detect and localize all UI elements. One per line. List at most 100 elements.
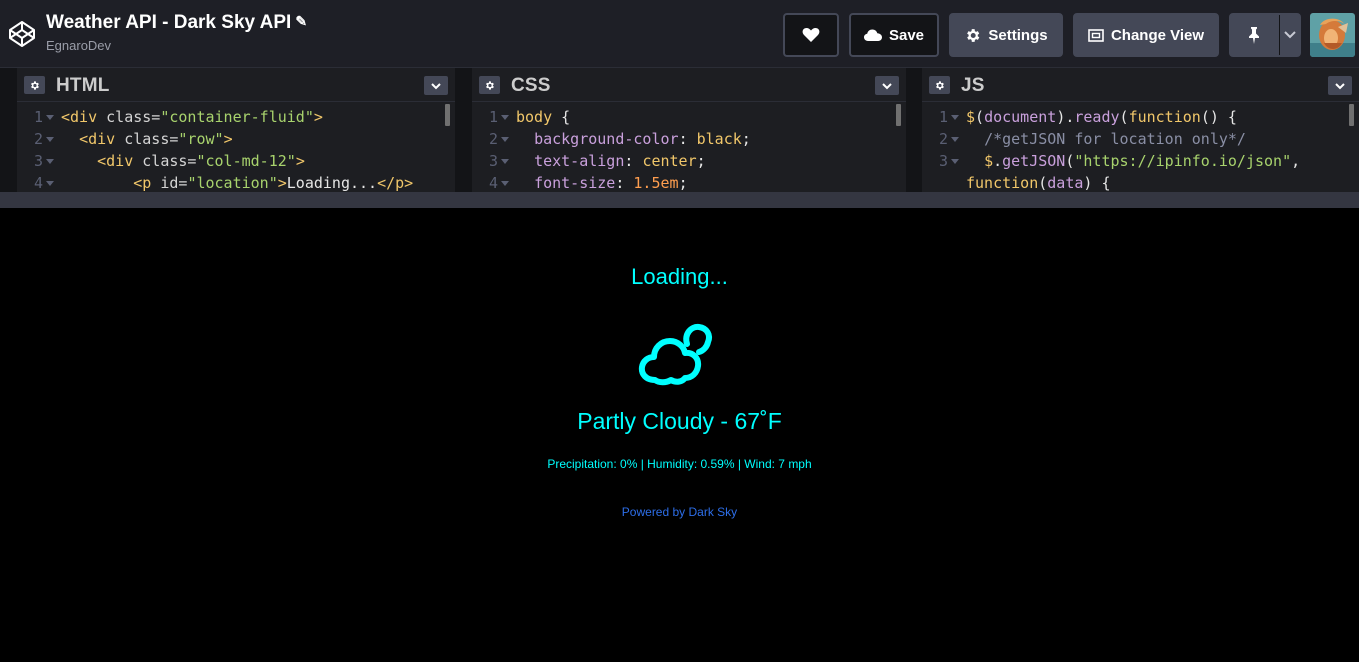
weather-summary: Partly Cloudy - 67˚F [577,408,782,434]
line-number: 3 [488,152,498,170]
fold-arrow-icon[interactable] [46,159,54,164]
pin-divider [1279,15,1280,55]
code-line[interactable]: 3 $.getJSON("https://ipinfo.io/json", [922,150,1359,172]
line-number: 3 [33,152,43,170]
code-text[interactable]: background-color: black; [516,128,751,150]
code-line[interactable]: 3 text-align: center; [472,150,906,172]
change-view-label: Change View [1110,26,1205,44]
location-text: Loading... [631,264,728,289]
save-label: Save [888,26,925,44]
code-line[interactable]: 4 font-size: 1.5em; [472,172,906,192]
code-line[interactable]: function(data) { [922,172,1359,192]
line-number: 4 [488,174,498,192]
fold-arrow-icon[interactable] [46,181,54,186]
code-text[interactable]: $(document).ready(function() { [966,106,1237,128]
code-line[interactable]: 2 <div class="row"> [17,128,455,150]
css-editor[interactable]: CSS 1 body {2 background-color: black; 3 t… [472,68,906,192]
code-line[interactable]: 1 body { [472,106,906,128]
fold-arrow-icon[interactable] [951,159,959,164]
js-editor-title: JS [961,75,985,96]
gear-icon [967,28,980,42]
fold-arrow-icon[interactable] [46,137,54,142]
code-text[interactable]: <div class="col-md-12"> [61,150,305,172]
code-text[interactable]: font-size: 1.5em; [516,172,688,192]
chevron-down-icon[interactable] [1283,27,1297,41]
js-code[interactable]: 1 $(document).ready(function() {2 /*getJS… [922,102,1359,192]
codepen-logo-icon[interactable] [8,20,36,48]
layout-icon [1088,28,1104,42]
code-text[interactable]: <p id="location">Loading...</p> [61,172,413,192]
code-text[interactable]: body { [516,106,570,128]
cloud-icon [863,29,882,41]
weather-details: Precipitation: 0% | Humidity: 0.59% | Wi… [547,457,812,471]
pen-title-text[interactable]: Weather API - Dark Sky API [46,12,291,33]
line-number: 3 [938,152,948,170]
code-text[interactable]: <div class="container-fluid"> [61,106,323,128]
heart-icon [802,28,820,42]
line-number: 4 [33,174,43,192]
html-settings-button[interactable] [24,76,45,94]
settings-button[interactable]: Settings [949,13,1063,57]
line-number: 1 [33,108,43,126]
fold-arrow-icon[interactable] [501,159,509,164]
css-settings-button[interactable] [479,76,500,94]
pen-title[interactable]: Weather API - Dark Sky API ✎ [46,12,307,34]
save-button[interactable]: Save [849,13,939,57]
fold-arrow-icon[interactable] [501,137,509,142]
pin-icon [1249,27,1259,44]
settings-label: Settings [988,26,1048,44]
html-scrollbar[interactable] [445,104,450,126]
code-text[interactable]: text-align: center; [516,150,706,172]
html-editor-title: HTML [56,75,110,96]
partly-cloudy-icon [638,323,712,386]
code-line[interactable]: 2 /*getJSON for location only*/ [922,128,1359,150]
user-avatar[interactable] [1310,13,1355,57]
change-view-button[interactable]: Change View [1073,13,1219,57]
js-editor-header: JS [922,68,1359,102]
code-text[interactable]: /*getJSON for location only*/ [966,128,1246,150]
code-text[interactable]: <div class="row"> [61,128,233,150]
chevron-down-icon [431,82,441,89]
css-editor-menu[interactable] [875,76,899,95]
html-code[interactable]: 1 <div class="container-fluid"> 2 <div cla… [17,102,455,192]
line-number: 1 [938,108,948,126]
pencil-icon[interactable]: ✎ [295,13,307,30]
html-editor[interactable]: HTML 1 <div class="container-fluid"> 2 <di… [17,68,455,192]
chevron-down-icon [882,82,892,89]
css-scrollbar[interactable] [896,104,901,126]
js-editor[interactable]: JS 1 $(document).ready(function() {2 /*ge… [922,68,1359,192]
code-text[interactable]: $.getJSON("https://ipinfo.io/json", [966,150,1300,172]
js-editor-menu[interactable] [1328,76,1352,95]
code-line[interactable]: 2 background-color: black; [472,128,906,150]
fold-arrow-icon[interactable] [951,115,959,120]
fold-arrow-icon[interactable] [501,181,509,186]
result-preview: Loading... Partly Cloudy - 67˚F Precipit… [0,208,1359,662]
css-editor-title: CSS [511,75,551,96]
fold-arrow-icon[interactable] [501,115,509,120]
code-line[interactable]: 1 $(document).ready(function() { [922,106,1359,128]
js-scrollbar[interactable] [1349,104,1354,126]
code-text[interactable]: function(data) { [966,172,1111,192]
editor-panels: HTML 1 <div class="container-fluid"> 2 <di… [0,68,1359,192]
line-number: 2 [488,130,498,148]
chevron-down-icon [1335,82,1345,89]
like-button[interactable] [783,13,839,57]
line-number: 2 [33,130,43,148]
powered-by-link[interactable]: Powered by Dark Sky [0,505,1359,519]
pin-button[interactable] [1229,13,1301,57]
code-line[interactable]: 1 <div class="container-fluid"> [17,106,455,128]
gear-icon [936,80,944,90]
js-settings-button[interactable] [929,76,950,94]
top-bar: Weather API - Dark Sky API ✎ EgnaroDev Sa… [0,0,1359,68]
fold-arrow-icon[interactable] [46,115,54,120]
gear-icon [31,80,39,90]
editor-resize-handle[interactable] [0,192,1359,208]
html-editor-menu[interactable] [424,76,448,95]
fold-arrow-icon[interactable] [951,137,959,142]
line-number: 1 [488,108,498,126]
code-line[interactable]: 3 <div class="col-md-12"> [17,150,455,172]
author-name[interactable]: EgnaroDev [46,38,111,53]
code-line[interactable]: 4 <p id="location">Loading...</p> [17,172,455,192]
css-code[interactable]: 1 body {2 background-color: black; 3 text-… [472,102,906,192]
gear-icon [486,80,494,90]
